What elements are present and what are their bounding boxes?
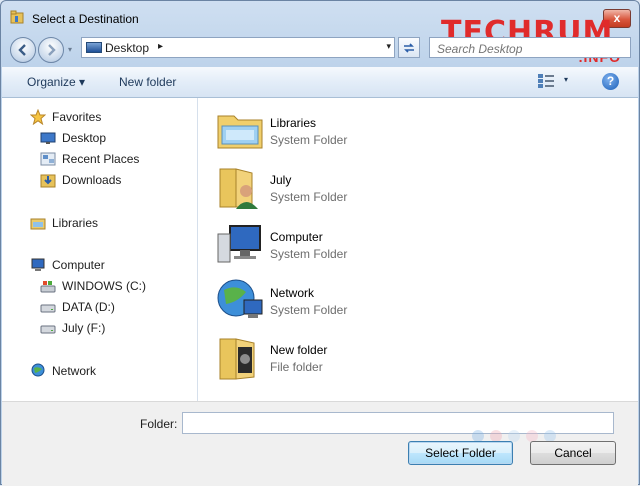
cancel-button[interactable]: Cancel bbox=[530, 441, 616, 465]
new-folder-button[interactable]: New folder bbox=[119, 75, 176, 89]
user-folder-icon bbox=[219, 168, 258, 209]
item-type: System Folder bbox=[270, 303, 348, 317]
desktop-icon bbox=[86, 42, 102, 53]
forward-button[interactable] bbox=[38, 37, 64, 63]
folder-icon bbox=[219, 338, 255, 380]
folder-icon bbox=[10, 10, 24, 24]
item-name: Libraries bbox=[270, 116, 317, 130]
list-item-july[interactable]: July System Folder bbox=[214, 163, 514, 215]
folder-label: Folder: bbox=[140, 417, 178, 431]
footer-panel: Folder: Select Folder Cancel bbox=[2, 401, 638, 486]
list-item-libraries[interactable]: Libraries System Folder bbox=[214, 106, 514, 158]
downloads-icon bbox=[40, 174, 56, 188]
sidebar-item-label: Desktop bbox=[62, 131, 107, 145]
organize-button[interactable]: Organize ▾ bbox=[27, 75, 85, 89]
back-arrow-icon bbox=[18, 44, 26, 56]
drive-icon bbox=[40, 325, 56, 334]
list-item-computer[interactable]: Computer System Folder bbox=[214, 220, 514, 272]
sidebar-item-label: DATA (D:) bbox=[62, 300, 115, 314]
sidebar-item-label: Favorites bbox=[52, 110, 102, 124]
libraries-folder-icon bbox=[217, 115, 263, 149]
refresh-icon bbox=[404, 43, 414, 53]
views-icon[interactable] bbox=[538, 74, 554, 88]
windows-drive-icon bbox=[40, 281, 56, 293]
recent-places-icon bbox=[40, 152, 56, 166]
search-input[interactable] bbox=[435, 39, 599, 58]
breadcrumb-arrow-icon[interactable]: ▸ bbox=[158, 41, 163, 52]
network-globe-icon bbox=[217, 279, 263, 318]
window-title: Select a Destination bbox=[32, 12, 139, 26]
address-location[interactable]: Desktop bbox=[105, 41, 149, 55]
sidebar-item-label: Computer bbox=[52, 258, 105, 272]
address-dropdown-icon[interactable]: ▾ bbox=[386, 41, 391, 52]
desktop-icon bbox=[40, 132, 56, 144]
item-name: Computer bbox=[270, 230, 323, 244]
address-bar[interactable]: Desktop ▸ ▾ bbox=[81, 37, 395, 58]
navigation-pane: Favorites Desktop Recent Places Download… bbox=[2, 98, 198, 401]
back-button[interactable] bbox=[10, 37, 36, 63]
item-name: July bbox=[270, 173, 292, 187]
forward-arrow-icon bbox=[48, 44, 56, 56]
history-dropdown-icon[interactable]: ▾ bbox=[68, 45, 72, 54]
sidebar-item-label: Libraries bbox=[52, 216, 99, 230]
star-icon bbox=[30, 109, 46, 125]
item-name: Network bbox=[270, 286, 315, 300]
item-name: New folder bbox=[270, 343, 328, 357]
libraries-icon bbox=[30, 218, 46, 230]
command-toolbar: Organize ▾ New folder ▾ ? bbox=[2, 67, 638, 98]
item-type: File folder bbox=[270, 360, 323, 374]
drive-icon bbox=[40, 304, 56, 313]
search-box[interactable] bbox=[429, 37, 631, 58]
item-type: System Folder bbox=[270, 247, 348, 261]
refresh-button[interactable] bbox=[398, 37, 420, 58]
list-item-new-folder[interactable]: New folder File folder bbox=[214, 333, 514, 385]
help-icon[interactable]: ? bbox=[602, 73, 619, 90]
sidebar-item-label: July (F:) bbox=[62, 321, 106, 335]
select-folder-button[interactable]: Select Folder bbox=[408, 441, 513, 465]
computer-icon bbox=[217, 225, 261, 263]
list-item-network[interactable]: Network System Folder bbox=[214, 276, 514, 328]
sidebar-item-label: Recent Places bbox=[62, 152, 140, 166]
content-pane: Libraries System Folder July System Fold… bbox=[198, 98, 638, 401]
dialog-window: Select a Destination x TECHRUM .INFO ▾ D… bbox=[0, 0, 640, 486]
item-type: System Folder bbox=[270, 190, 348, 204]
sidebar-item-label: Network bbox=[52, 364, 97, 378]
network-icon bbox=[31, 363, 45, 377]
sidebar-item-label: WINDOWS (C:) bbox=[62, 279, 146, 293]
sidebar-item-label: Downloads bbox=[62, 173, 122, 187]
views-dropdown-icon[interactable]: ▾ bbox=[564, 75, 568, 84]
computer-icon bbox=[31, 258, 45, 271]
item-type: System Folder bbox=[270, 133, 348, 147]
